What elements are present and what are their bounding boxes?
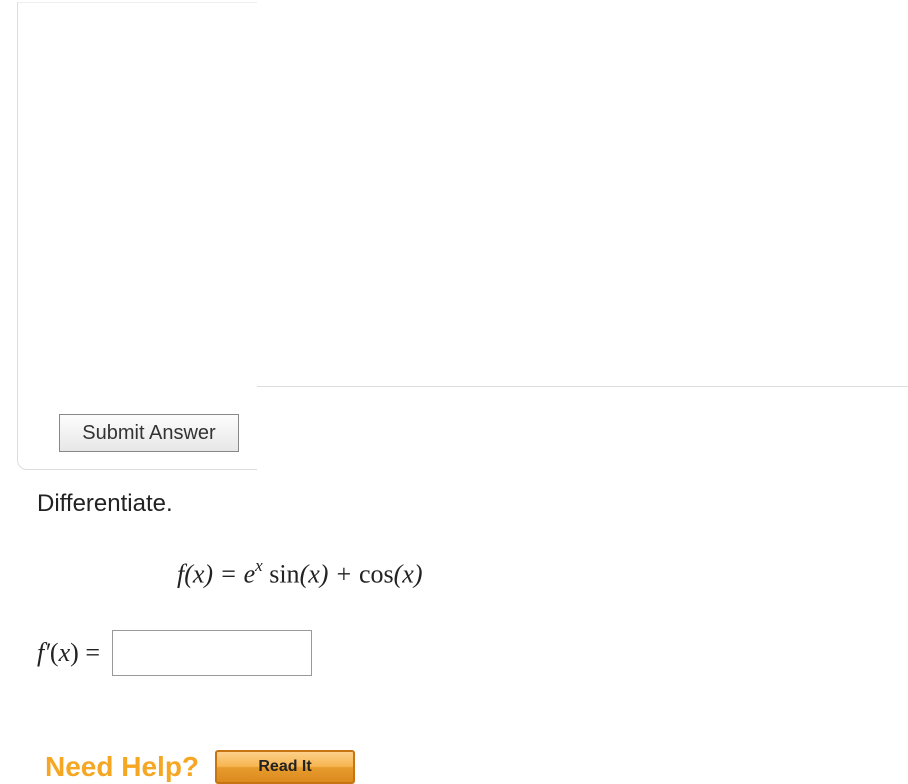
label-paren1: ( — [50, 638, 59, 667]
help-row: Need Help? Read It — [17, 676, 897, 784]
label-f: f — [37, 638, 44, 667]
eq-sin: sin — [269, 560, 299, 589]
problem-container — [17, 2, 257, 470]
divider — [257, 386, 908, 387]
submit-answer-button[interactable]: Submit Answer — [59, 414, 239, 452]
help-label: Need Help? — [45, 751, 199, 783]
label-eq: = — [85, 638, 100, 667]
eq-base: e — [244, 560, 256, 589]
eq-exponent: x — [255, 556, 263, 575]
instruction-text: Differentiate. — [17, 470, 897, 518]
answer-input[interactable] — [112, 630, 312, 676]
label-paren2: ) — [70, 638, 85, 667]
eq-cos: cos — [359, 560, 394, 589]
answer-row: f′(x) = — [17, 590, 897, 676]
eq-rest2: (x) — [394, 560, 423, 589]
equation-display: f(x) = ex sin(x) + cos(x) — [17, 518, 897, 590]
answer-label: f′(x) = — [37, 638, 100, 668]
eq-lhs: f(x) = — [177, 560, 244, 589]
label-x: x — [59, 638, 71, 667]
eq-mid: (x) + — [300, 560, 359, 589]
read-it-button[interactable]: Read It — [215, 750, 355, 784]
